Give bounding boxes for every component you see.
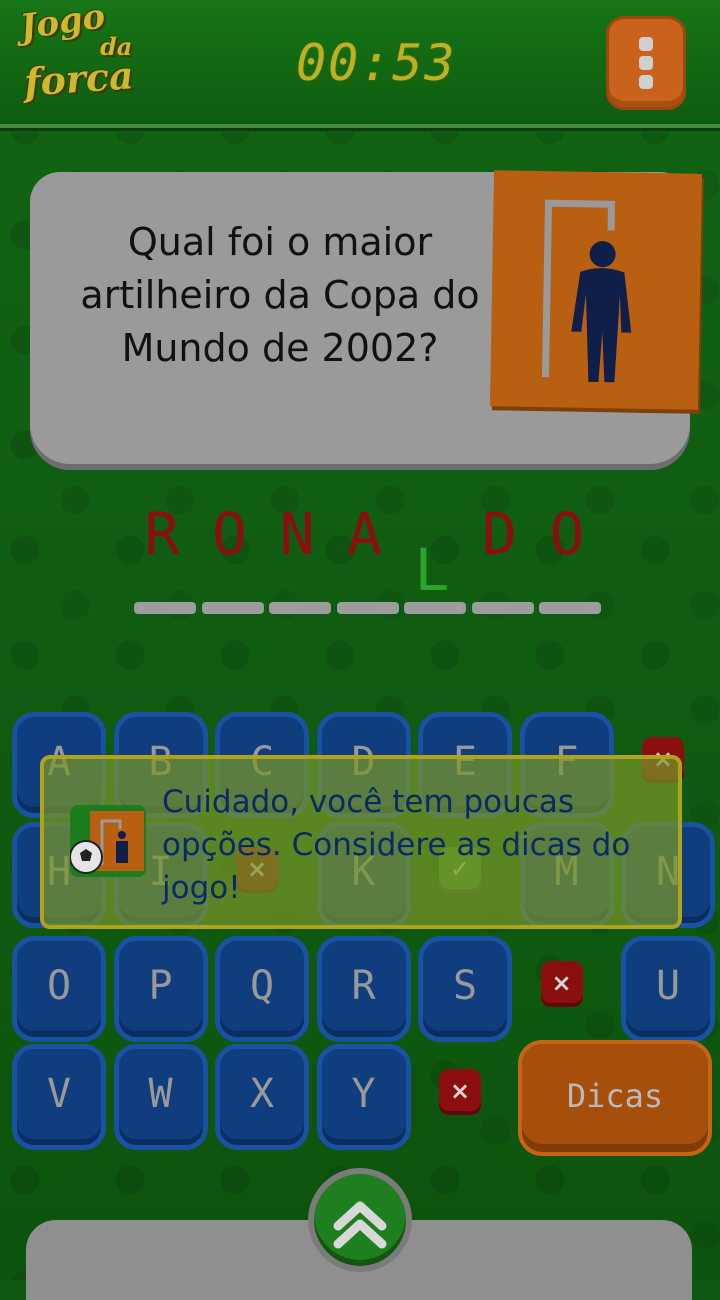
expand-button[interactable] bbox=[308, 1168, 412, 1272]
double-chevron-up-icon bbox=[333, 1201, 387, 1249]
game-logo: Jogo da forca bbox=[17, 0, 135, 105]
timer: 00:53 bbox=[296, 34, 457, 92]
key-x[interactable]: X bbox=[215, 1044, 309, 1150]
key-w[interactable]: W bbox=[113, 1044, 208, 1150]
answer-letter: D bbox=[482, 500, 517, 568]
answer-letter: O bbox=[212, 500, 247, 568]
letter-slot bbox=[404, 602, 466, 614]
letter-slot bbox=[471, 602, 534, 614]
answer-word: RONALDO bbox=[132, 500, 612, 620]
answer-letter: O bbox=[549, 500, 585, 568]
hangman-icon bbox=[489, 170, 703, 410]
letter-slot bbox=[201, 602, 264, 614]
letter-slot bbox=[336, 602, 399, 614]
answer-letter: N bbox=[279, 500, 315, 568]
hangman-ball-icon bbox=[69, 805, 146, 877]
answer-letter: A bbox=[347, 500, 382, 568]
key-r[interactable]: R bbox=[316, 936, 411, 1042]
letter-slot bbox=[134, 602, 196, 614]
toast-message: Cuidado, você tem poucas opções. Conside… bbox=[162, 784, 631, 906]
key-y[interactable]: Y bbox=[316, 1044, 411, 1150]
warning-toast: Cuidado, você tem poucas opções. Conside… bbox=[40, 755, 682, 929]
wrong-guess-x-icon: × bbox=[439, 1069, 481, 1115]
top-bar: Jogo da forca 00:53 bbox=[0, 0, 720, 128]
answer-letter: L bbox=[414, 536, 450, 604]
hints-button[interactable]: Dicas bbox=[518, 1040, 712, 1156]
key-q[interactable]: Q bbox=[215, 936, 309, 1042]
answer-letter: R bbox=[144, 500, 180, 568]
menu-button[interactable] bbox=[606, 16, 686, 110]
key-u[interactable]: U bbox=[621, 936, 715, 1042]
key-o[interactable]: O bbox=[12, 936, 106, 1042]
letter-slot bbox=[269, 602, 331, 614]
wrong-guess-x-icon: × bbox=[540, 961, 583, 1007]
question-text: Qual foi o maior artilheiro da Copa do M… bbox=[80, 220, 480, 370]
key-p[interactable]: P bbox=[113, 936, 208, 1042]
question-card: Qual foi o maior artilheiro da Copa do M… bbox=[30, 170, 703, 464]
key-v[interactable]: V bbox=[12, 1044, 106, 1150]
key-s[interactable]: S bbox=[418, 936, 512, 1042]
letter-slot bbox=[539, 602, 601, 614]
